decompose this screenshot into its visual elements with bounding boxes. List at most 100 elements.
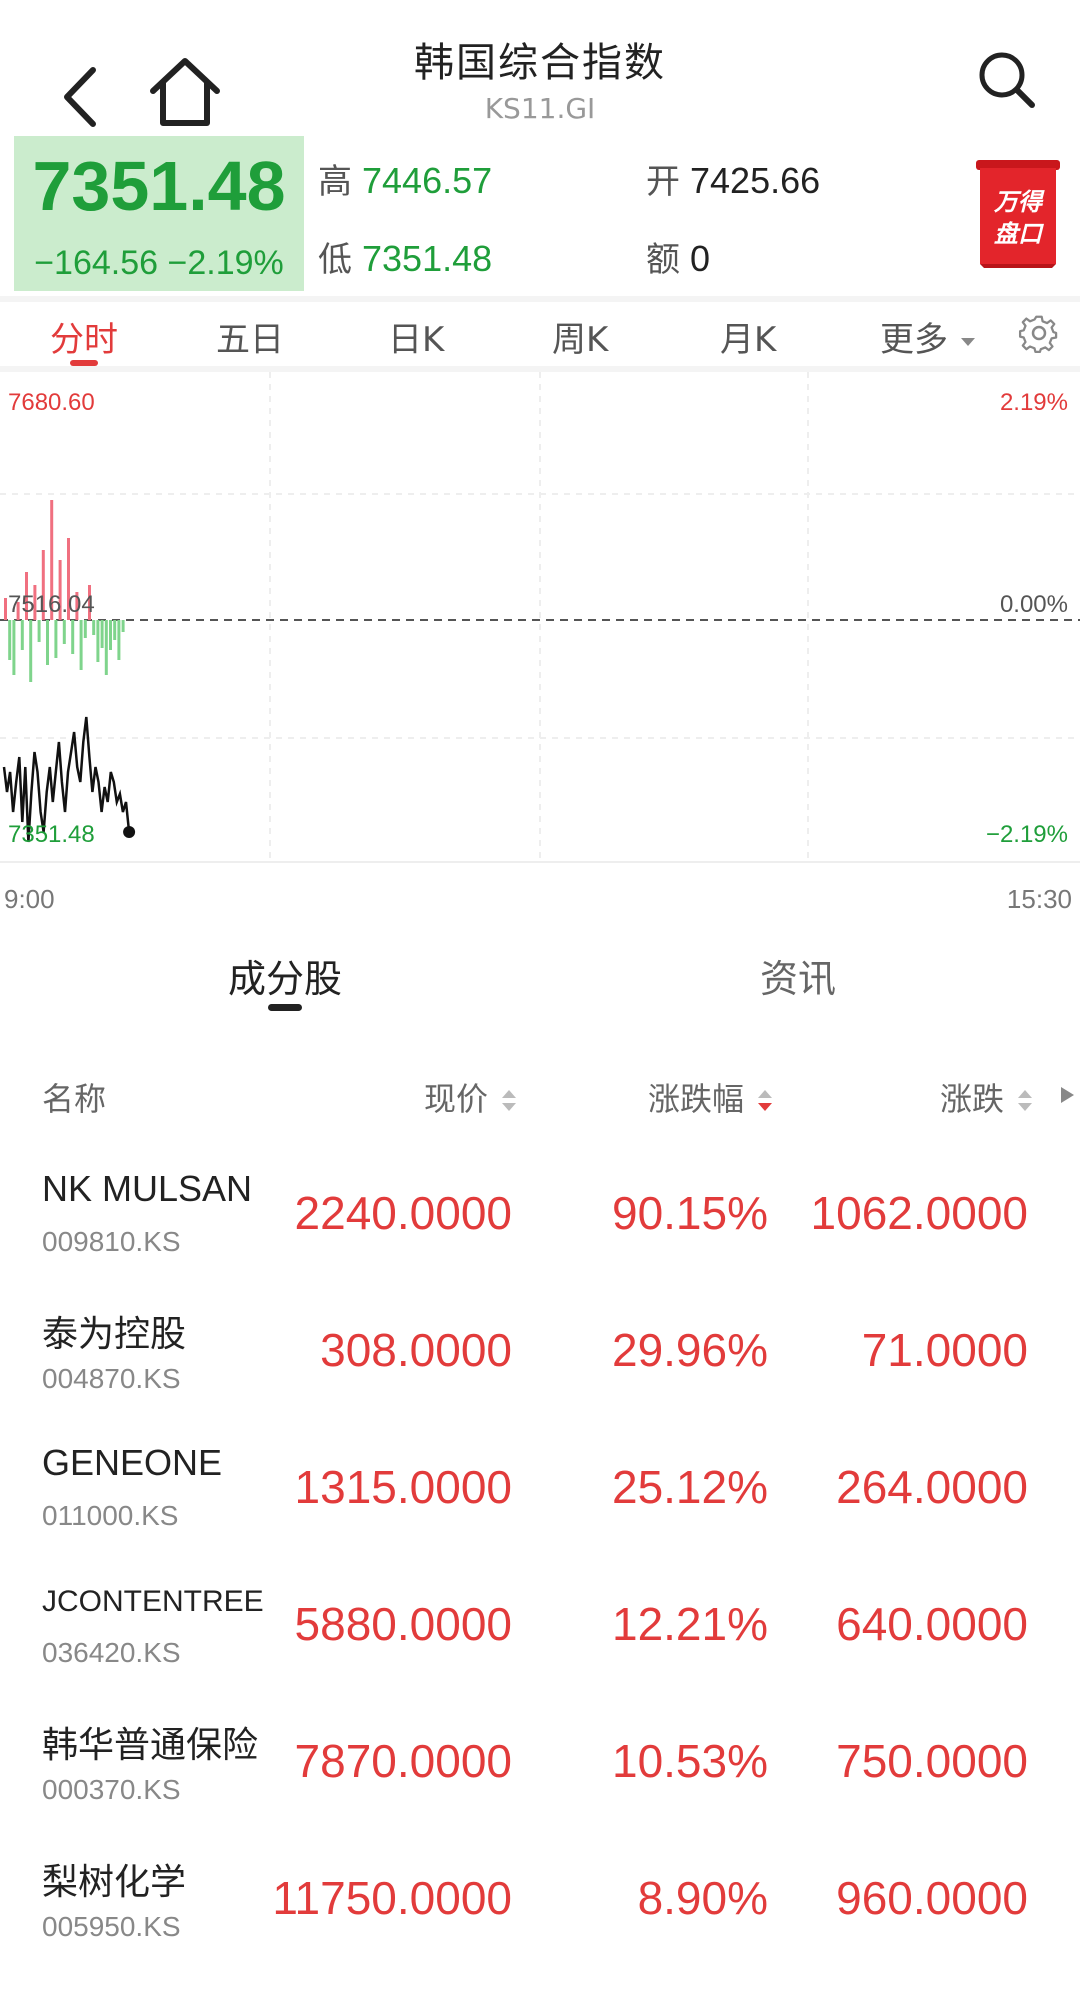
low-value: 7351.48 (362, 238, 493, 279)
column-header-change[interactable]: 涨跌 (940, 1074, 1034, 1120)
stock-change: 264.0000 (836, 1461, 1028, 1513)
volume-bar (71, 620, 75, 654)
table-row[interactable]: 韩华普通保险 000370.KS 7870.0000 10.53% 750.00… (0, 1698, 1080, 1835)
sort-icon (1018, 1090, 1033, 1111)
tab-more-label: 更多 (880, 320, 948, 360)
stock-pct: 25.12% (611, 1461, 768, 1513)
chart-settings-button[interactable] (1018, 312, 1060, 354)
volume-bar (12, 620, 16, 675)
section-tab-indicator (268, 1004, 302, 1011)
table-row[interactable]: NK MULSAN 009810.KS 2240.0000 90.15% 106… (0, 1150, 1080, 1287)
stock-change: 750.0000 (836, 1735, 1028, 1787)
index-code: KS11.GI (484, 92, 596, 125)
table-row[interactable]: JCONTENTREE 036420.KS 5880.0000 12.21% 6… (0, 1561, 1080, 1698)
time-start-label: 9:00 (4, 884, 55, 914)
badge-line2: 盘口 (994, 220, 1044, 248)
volume-bar (113, 620, 117, 640)
page-title: 韩国综合指数 (414, 40, 666, 86)
tab-more[interactable]: 更多 (880, 312, 977, 361)
volume-bar (121, 620, 125, 632)
stock-code: 004870.KS (42, 1363, 181, 1394)
stock-change: 640.0000 (836, 1598, 1028, 1650)
stock-code: 000370.KS (42, 1774, 181, 1805)
stock-price: 7870.0000 (294, 1735, 512, 1787)
stock-price: 11750.0000 (272, 1872, 512, 1924)
volume-bar (100, 620, 104, 648)
stock-code: 011000.KS (42, 1500, 179, 1531)
tab-five-day[interactable]: 五日 (216, 312, 284, 361)
high-value: 7446.57 (362, 160, 493, 201)
table-row[interactable]: 泰为控股 004870.KS 308.0000 29.96% 71.0000 (0, 1287, 1080, 1424)
volume-bar (104, 620, 108, 675)
volume-bar (92, 620, 96, 635)
change-percent: −2.19% (167, 244, 284, 282)
low-stat: 低 7351.48 (318, 232, 492, 281)
intraday-chart[interactable]: 7680.60 7516.04 7351.48 2.19% 0.00% −2.1… (0, 372, 1080, 872)
stock-name: 韩华普通保险 (42, 1724, 259, 1765)
stock-name: GENEONE (42, 1442, 223, 1483)
volume-bar (46, 620, 49, 665)
volume-bar (117, 620, 121, 660)
column-header-pct-label: 涨跌幅 (648, 1080, 745, 1118)
tab-daily-k[interactable]: 日K (388, 312, 444, 361)
high-label: 高 (318, 162, 352, 202)
high-stat: 高 7446.57 (318, 154, 492, 203)
tab-weekly-k[interactable]: 周K (552, 312, 608, 361)
stock-price: 5880.0000 (294, 1598, 512, 1650)
column-header-price[interactable]: 现价 (424, 1074, 518, 1120)
table-row[interactable]: 梨树化学 005950.KS 11750.0000 8.90% 960.0000 (0, 1835, 1080, 1972)
column-header-price-label: 现价 (424, 1080, 489, 1118)
stock-pct: 8.90% (637, 1872, 768, 1924)
volume-bar (54, 620, 58, 658)
change-value: −164.56 (34, 244, 159, 282)
volume-bar (37, 620, 41, 642)
tab-intraday[interactable]: 分时 (50, 312, 118, 361)
search-button[interactable] (972, 45, 1042, 115)
stock-pct: 29.96% (611, 1324, 768, 1376)
volume-bar (96, 620, 100, 662)
stock-change: 960.0000 (836, 1872, 1028, 1924)
stock-pct: 90.15% (611, 1187, 768, 1239)
open-value: 7425.66 (690, 160, 821, 201)
top-header: 韩国综合指数 KS11.GI (0, 0, 1080, 130)
chart-grid (0, 372, 1080, 863)
amount-value: 0 (690, 238, 711, 279)
volume-bar (20, 620, 24, 650)
stock-price: 308.0000 (320, 1324, 512, 1376)
y-mid-label: 7516.04 (8, 591, 95, 618)
gear-icon (1018, 315, 1058, 354)
app-screen: 韩国综合指数 KS11.GI 7351.48 −164.56 −2.19% 高 … (0, 0, 1080, 1991)
column-header-change-label: 涨跌 (940, 1080, 1005, 1118)
stock-code: 009810.KS (42, 1226, 181, 1257)
volume-bar (79, 620, 83, 670)
open-label: 开 (646, 162, 680, 202)
price-change: −164.56 −2.19% (14, 244, 304, 283)
column-header-name[interactable]: 名称 (42, 1074, 106, 1120)
stock-price: 2240.0000 (294, 1187, 512, 1239)
price-panel: 7351.48 −164.56 −2.19% (14, 136, 304, 291)
stock-change: 71.0000 (861, 1324, 1028, 1376)
stock-pct: 10.53% (611, 1735, 768, 1787)
pct-min-label: −2.19% (986, 821, 1068, 848)
last-price-dot (123, 826, 136, 838)
stock-change: 1062.0000 (810, 1187, 1028, 1239)
tab-constituents[interactable]: 成分股 (228, 948, 342, 1003)
volume-bar (109, 620, 112, 650)
pct-max-label: 2.19% (1000, 389, 1068, 416)
more-columns-button[interactable] (1058, 1084, 1076, 1106)
tab-news[interactable]: 资讯 (760, 948, 836, 1003)
volume-bar (8, 620, 12, 660)
stock-name: JCONTENTREE (42, 1585, 264, 1618)
amount-label: 额 (646, 240, 680, 280)
wande-order-book-button[interactable]: 万得 盘口 (976, 160, 1060, 268)
wande-badge-icon: 万得 盘口 (976, 160, 1060, 268)
tab-monthly-k[interactable]: 月K (720, 312, 776, 361)
stock-price: 1315.0000 (294, 1461, 512, 1513)
stock-name: 梨树化学 (42, 1861, 187, 1902)
column-header-pct[interactable]: 涨跌幅 (648, 1074, 774, 1120)
low-label: 低 (318, 240, 352, 280)
sort-desc-icon (758, 1090, 773, 1111)
time-end-label: 15:30 (1006, 884, 1072, 914)
stock-code: 036420.KS (42, 1637, 181, 1668)
table-row[interactable]: GENEONE 011000.KS 1315.0000 25.12% 264.0… (0, 1424, 1080, 1561)
